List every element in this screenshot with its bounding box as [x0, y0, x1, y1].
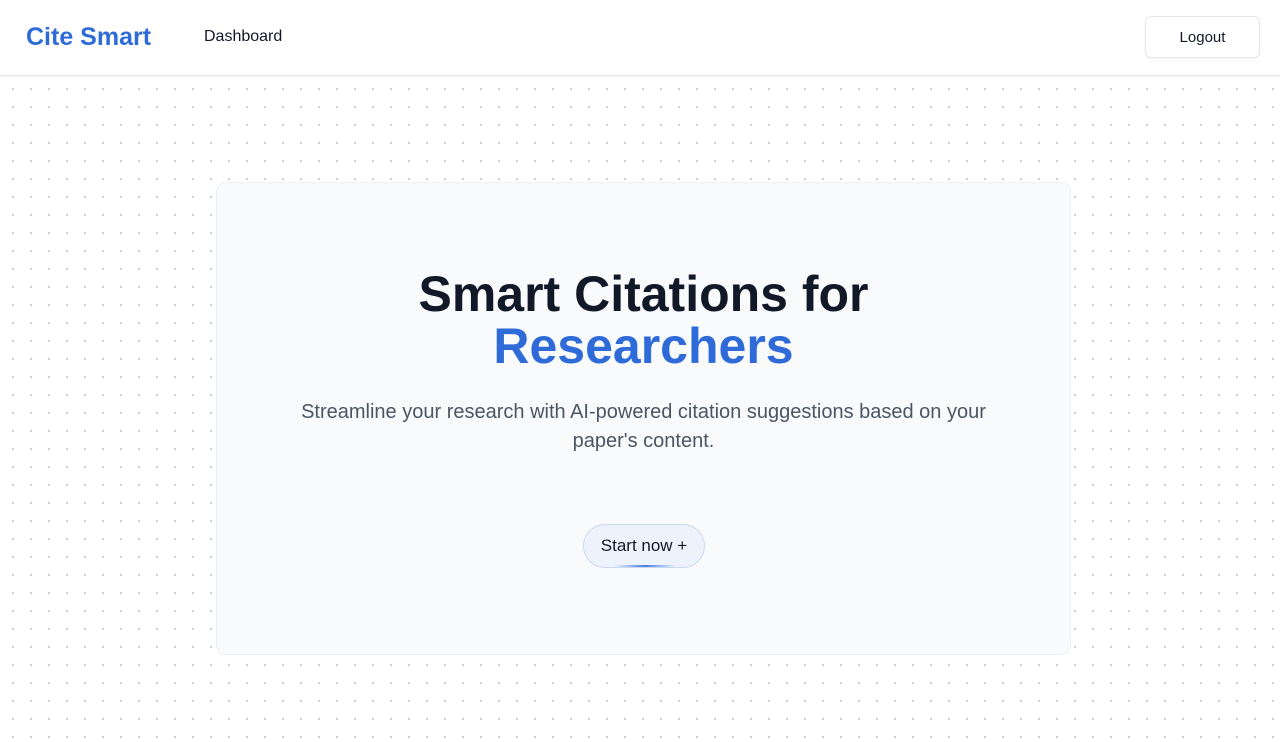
brand-logo[interactable]: Cite Smart	[26, 21, 151, 53]
start-now-button[interactable]: Start now +	[583, 524, 705, 568]
window-corner-accent	[0, 700, 7, 742]
nav-link-dashboard[interactable]: Dashboard	[204, 26, 282, 48]
cta-glow-underline	[614, 565, 676, 567]
logout-button[interactable]: Logout	[1145, 16, 1260, 58]
start-now-label: Start now +	[600, 536, 688, 555]
hero-subtitle: Streamline your research with AI-powered…	[301, 401, 986, 452]
hero-title: Smart Citations for Researchers	[217, 268, 1070, 372]
navbar: Cite Smart Dashboard Logout	[0, 0, 1280, 76]
hero-title-line: Smart Citations for	[418, 266, 869, 322]
hero-title-accent: Researchers	[493, 318, 794, 374]
hero-card: Smart Citations for Researchers Streamli…	[216, 182, 1071, 655]
page: Cite Smart Dashboard Logout Smart Citati…	[0, 0, 1280, 742]
